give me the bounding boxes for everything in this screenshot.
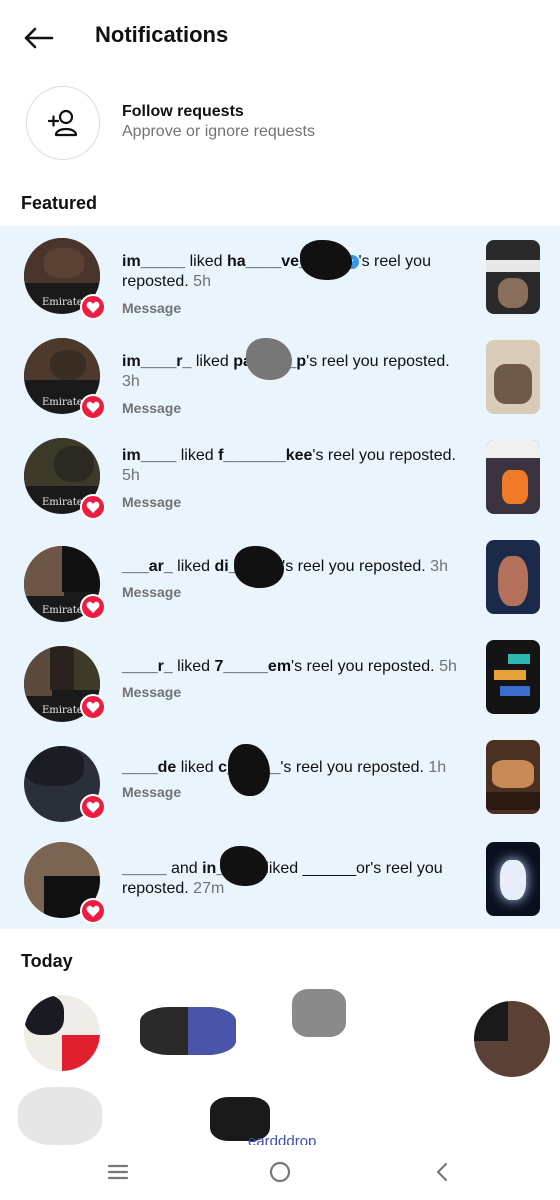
message-link[interactable]: Message	[122, 400, 181, 416]
recent-apps-button[interactable]	[98, 1157, 138, 1187]
reel-thumbnail[interactable]	[486, 540, 540, 614]
actor-username[interactable]: _____	[122, 860, 167, 877]
system-navbar	[0, 1145, 560, 1200]
reel-thumbnail[interactable]	[486, 740, 540, 814]
heart-icon	[86, 401, 100, 413]
timestamp: 5h	[439, 658, 457, 675]
redaction-scribble	[228, 744, 270, 796]
heart-icon	[86, 301, 100, 313]
reel-thumbnail[interactable]	[486, 640, 540, 714]
redaction-scribble	[220, 846, 268, 886]
avatar[interactable]	[292, 989, 346, 1037]
avatar[interactable]	[24, 995, 100, 1071]
featured-section-title: Featured	[21, 193, 98, 213]
action-verb: liked	[180, 447, 214, 464]
back-button[interactable]	[18, 18, 58, 58]
timestamp: 5h	[193, 273, 211, 290]
heart-badge	[80, 294, 106, 320]
today-section-title: Today	[21, 951, 73, 971]
add-person-icon	[48, 109, 78, 137]
actor-username[interactable]: ____de	[122, 759, 176, 776]
follow-requests-avatar	[26, 86, 100, 160]
notification-item[interactable]: Emirates im____r_ liked pa_____p's reel …	[0, 332, 560, 432]
page-title: Notifications	[95, 22, 229, 47]
notification-item[interactable]: _____ and in_____ liked ______or's reel …	[0, 832, 560, 932]
message-link[interactable]: Message	[122, 494, 181, 510]
message-link[interactable]: Message	[122, 300, 181, 316]
notification-text: im____r_ liked pa_____p's reel you repos…	[122, 352, 467, 392]
timestamp: 3h	[122, 373, 140, 390]
back-chevron-icon	[436, 1162, 448, 1182]
message-link[interactable]: Message	[122, 784, 181, 800]
action-verb: liked	[195, 353, 229, 370]
notification-item[interactable]: Emirates im____ liked f_______kee's reel…	[0, 432, 560, 532]
heart-icon	[86, 701, 100, 713]
notification-rest: 's reel you reposted.	[312, 447, 456, 464]
avatar[interactable]	[140, 1007, 236, 1055]
reel-thumbnail[interactable]	[486, 340, 540, 414]
action-verb: liked	[177, 558, 211, 575]
reel-thumbnail[interactable]	[486, 842, 540, 916]
actor-username[interactable]: im____	[122, 447, 176, 464]
notification-rest: 's reel you reposted.	[280, 759, 424, 776]
reel-thumbnail[interactable]	[486, 440, 540, 514]
timestamp: 5h	[122, 467, 140, 484]
notification-rest: 's reel you reposted.	[306, 353, 450, 370]
redaction-scribble	[246, 338, 292, 380]
redaction-scribble	[234, 546, 284, 588]
actor-username[interactable]: im_____	[122, 253, 185, 270]
notification-text: ___ar_ liked di______'s reel you reposte…	[122, 557, 467, 577]
action-verb: liked	[189, 253, 223, 270]
action-verb: and	[170, 860, 198, 877]
actor-username[interactable]: ___ar_	[122, 558, 173, 575]
heart-badge	[80, 594, 106, 620]
home-button[interactable]	[260, 1157, 300, 1187]
action-verb: liked	[180, 759, 214, 776]
notification-text: _____ and in_____ liked ______or's reel …	[122, 859, 467, 899]
message-link[interactable]: Message	[122, 584, 181, 600]
heart-badge	[80, 794, 106, 820]
notification-item[interactable]: ____de liked c______'s reel you reposted…	[0, 732, 560, 832]
arrow-left-icon	[24, 27, 54, 49]
heart-badge	[80, 394, 106, 420]
target-username[interactable]: f_______kee	[218, 447, 312, 464]
follow-requests-subtitle: Approve or ignore requests	[122, 123, 315, 140]
follow-requests-row[interactable]: Follow requests Approve or ignore reques…	[0, 80, 560, 170]
heart-badge	[80, 494, 106, 520]
notification-text: im_____ liked ha____ve____s✓'s reel you …	[122, 252, 467, 292]
heart-icon	[86, 905, 100, 917]
notification-text: ____r_ liked 7_____em's reel you reposte…	[122, 657, 467, 677]
notification-item[interactable]: Emirates ____r_ liked 7_____em's reel yo…	[0, 632, 560, 732]
app-header: Notifications	[0, 0, 560, 72]
heart-icon	[86, 501, 100, 513]
timestamp: 1h	[428, 759, 447, 776]
actor-username[interactable]: ____r_	[122, 658, 173, 675]
heart-badge	[80, 898, 106, 924]
action-verb: liked	[177, 658, 211, 675]
recent-apps-icon	[107, 1164, 129, 1180]
message-link[interactable]: Message	[122, 684, 181, 700]
reel-thumbnail[interactable]	[486, 240, 540, 314]
home-circle-icon	[269, 1161, 291, 1183]
notification-item[interactable]: Emirates ___ar_ liked di______'s reel yo…	[0, 532, 560, 632]
notification-rest: 's reel you reposted.	[291, 658, 435, 675]
avatar[interactable]	[18, 1087, 102, 1145]
follow-requests-title: Follow requests	[122, 103, 244, 120]
notification-text: im____ liked f_______kee's reel you repo…	[122, 446, 467, 486]
heart-badge	[80, 694, 106, 720]
featured-list: Emirates im_____ liked ha____ve____s✓'s …	[0, 226, 560, 929]
notification-rest: 's reel you reposted.	[282, 558, 426, 575]
heart-icon	[86, 801, 100, 813]
actor-username[interactable]: im____r_	[122, 353, 191, 370]
timestamp: 27m	[193, 880, 225, 897]
notification-item[interactable]: Emirates im_____ liked ha____ve____s✓'s …	[0, 232, 560, 332]
system-back-button[interactable]	[422, 1157, 462, 1187]
heart-icon	[86, 601, 100, 613]
notification-text: ____de liked c______'s reel you reposted…	[122, 758, 467, 778]
redaction-scribble	[300, 240, 352, 280]
target-username[interactable]: 7_____em	[215, 658, 292, 675]
today-list	[0, 985, 560, 1145]
timestamp: 3h	[430, 558, 448, 575]
avatar[interactable]	[474, 1001, 550, 1077]
